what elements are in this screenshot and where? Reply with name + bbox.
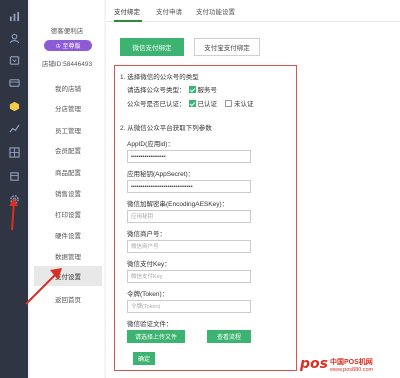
upload-file-button[interactable]: 请选择上传文件 (127, 330, 185, 343)
box-icon[interactable] (8, 100, 20, 112)
sidebar-item-member[interactable]: 会员配置 (34, 140, 102, 160)
verify-file-label: 微信验证文件： (127, 321, 173, 328)
section2-title: 2. 从微信公众平台获取下列参数 (120, 125, 212, 132)
aeskey-input[interactable] (127, 210, 251, 223)
aeskey-label: 微信加解密串(EncodingAESKey)： (127, 201, 229, 208)
watermark-brand: pos (300, 356, 328, 372)
trend-icon[interactable] (8, 122, 20, 134)
main-content: 支付绑定 支付申请 支付功能设置 微信支付绑定 支付宝支付绑定 1. 选择微信的… (106, 0, 400, 378)
appid-input[interactable] (127, 150, 251, 163)
account-type-label: 请选择公众号类型： (127, 87, 186, 94)
pay-key-input[interactable] (127, 270, 251, 283)
wechat-config-panel: 1. 选择微信的公众号的类型 请选择公众号类型： 服务号 公众号是否已认证： 已… (114, 65, 297, 371)
annotation-arrow-settings (9, 198, 18, 231)
account-type-row: 请选择公众号类型： 服务号 (127, 84, 217, 94)
sidebar-item-sales[interactable]: 销售设置 (34, 183, 102, 203)
watermark-cn: 中国POS机网 (330, 359, 373, 366)
active-tab-indicator (114, 20, 142, 22)
shop-name: 德客便利店 (50, 28, 84, 35)
appid-label: AppID(应用id)： (127, 141, 174, 148)
sidebar-item-print[interactable]: 打印设置 (34, 204, 102, 224)
tab-payment-apply[interactable]: 支付申请 (156, 6, 182, 16)
unverified-checkbox[interactable] (225, 99, 232, 107)
sidebar-item-product[interactable]: 商品配置 (34, 162, 102, 182)
tab-payment-settings[interactable]: 支付功能设置 (196, 6, 235, 16)
settings-sidebar: 德客便利店 ♔ 至尊版 店铺ID:58446493 我的店铺 分店管理 员工管理… (30, 0, 104, 378)
grid-icon[interactable] (8, 146, 20, 158)
merchant-id-input[interactable] (127, 240, 251, 253)
merchant-id-label: 微信商户号： (127, 231, 166, 238)
annotation-arrow-payment (25, 268, 62, 305)
tab-bar: 支付绑定 支付申请 支付功能设置 (106, 0, 400, 22)
alipay-binding-button[interactable]: 支付宝支付绑定 (194, 38, 260, 56)
wechat-binding-button[interactable]: 微信支付绑定 (120, 38, 184, 56)
verified-checkbox[interactable] (188, 99, 196, 107)
sidebar-item-staff[interactable]: 员工管理 (34, 120, 102, 140)
verified-option-label: 已认证 (197, 101, 218, 108)
bar-chart-icon[interactable] (8, 10, 20, 22)
version-badge: ♔ 至尊版 (44, 40, 92, 51)
watermark-url: www.pos880.com (330, 367, 374, 373)
sidebar-item-branch[interactable]: 分店管理 (34, 98, 102, 118)
verified-row: 公众号是否已认证： 已认证 未认证 (127, 98, 254, 108)
icon-rail (0, 0, 28, 378)
service-account-checkbox[interactable] (188, 85, 196, 93)
token-label: 令牌(Token)： (127, 291, 169, 298)
token-input[interactable] (127, 300, 251, 313)
cube-icon[interactable] (8, 170, 20, 182)
sidebar-item-hardware[interactable]: 硬件设置 (34, 225, 102, 245)
view-flow-button[interactable]: 查看流程 (207, 330, 251, 343)
verified-label: 公众号是否已认证： (127, 101, 186, 108)
wallet-icon[interactable] (8, 76, 20, 88)
tab-payment-binding[interactable]: 支付绑定 (114, 6, 140, 16)
confirm-button[interactable]: 确定 (133, 352, 155, 365)
watermark-logo: pos 中国POS机网 www.pos880.com (300, 356, 400, 378)
pay-key-label: 微信支付Key： (127, 261, 171, 268)
cart-icon[interactable] (8, 54, 20, 66)
appsecret-input[interactable] (127, 180, 251, 193)
section1-title: 1. 选择微信的公众号的类型 (120, 74, 199, 81)
service-account-label: 服务号 (197, 87, 218, 94)
sidebar-item-my-shop[interactable]: 我的店铺 (34, 78, 102, 98)
user-icon[interactable] (8, 32, 20, 44)
appsecret-label: 应用秘钥(AppSecret)： (127, 171, 195, 178)
unverified-option-label: 未认证 (234, 101, 254, 108)
shop-id: 店铺ID:58446493 (41, 61, 93, 68)
